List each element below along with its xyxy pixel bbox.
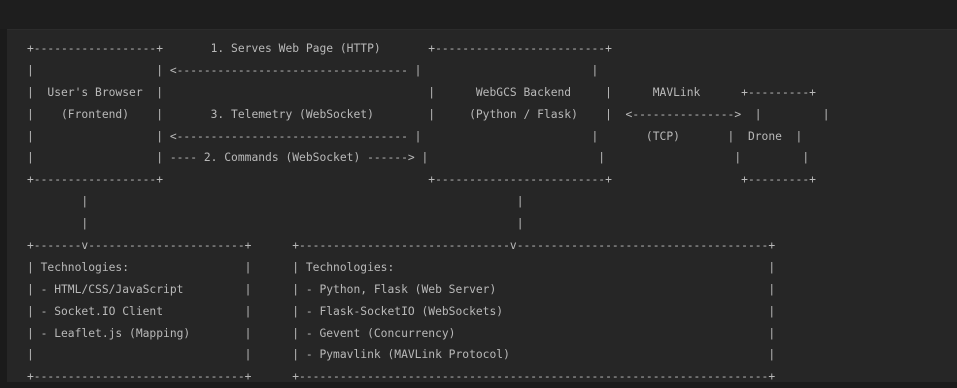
code-line-16: +-------------------------------+ +-----… — [27, 370, 776, 384]
top-strip — [0, 0, 957, 29]
code-line-12: | - HTML/CSS/JavaScript | | - Python, Fl… — [27, 282, 776, 296]
code-line-15: | | | - Pymavlink (MAVLink Protocol) | — [27, 348, 776, 362]
architecture-diagram-code: +------------------+ 1. Serves Web Page … — [27, 38, 830, 388]
code-line-11: | Technologies: | | Technologies: | — [27, 260, 776, 274]
code-line-9: | | — [27, 217, 524, 231]
code-panel[interactable]: +------------------+ 1. Serves Web Page … — [7, 29, 957, 383]
code-line-6: | | ---- 2. Commands (WebSocket) ------>… — [27, 151, 810, 165]
code-line-8: | | — [27, 195, 524, 209]
code-line-1: +------------------+ 1. Serves Web Page … — [27, 42, 612, 55]
code-line-14: | - Leaflet.js (Mapping) | | - Gevent (C… — [27, 326, 776, 340]
code-line-13: | - Socket.IO Client | | - Flask-SocketI… — [27, 304, 776, 318]
code-line-7: +------------------+ +------------------… — [27, 173, 816, 187]
code-line-5: | | <---------------------------------- … — [27, 129, 803, 143]
code-line-3: | User's Browser | | WebGCS Backend | MA… — [27, 85, 816, 99]
code-line-4: | (Frontend) | 3. Telemetry (WebSocket) … — [27, 107, 830, 121]
code-line-10: +-------v-----------------------+ +-----… — [27, 239, 776, 253]
code-line-2: | | <---------------------------------- … — [27, 63, 599, 77]
